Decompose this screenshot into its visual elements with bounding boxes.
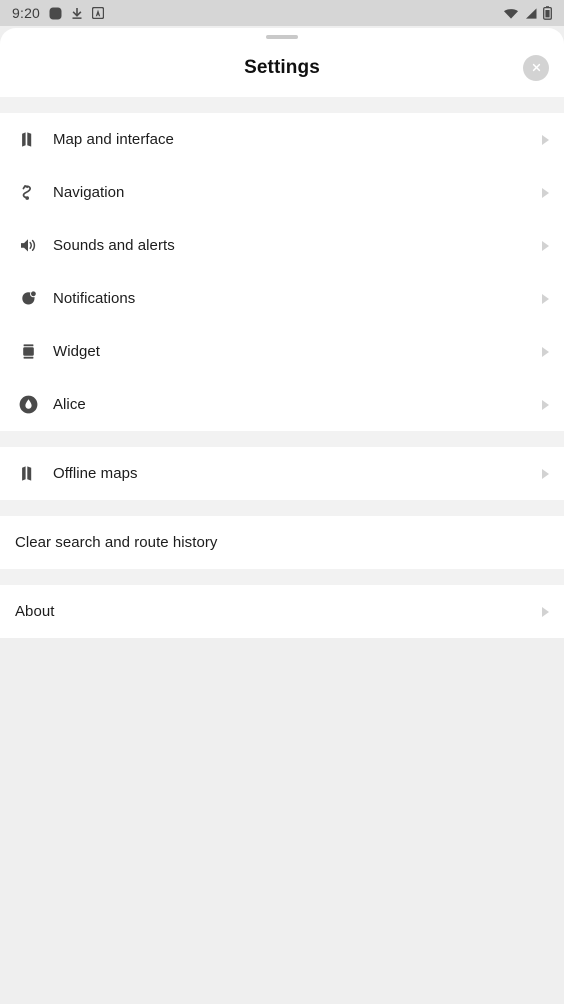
- cellular-signal-icon: [524, 7, 538, 20]
- settings-item-offline-maps[interactable]: Offline maps: [0, 447, 564, 500]
- chevron-right-icon: [542, 187, 549, 198]
- settings-item-label: Map and interface: [53, 131, 174, 148]
- settings-item-notifications[interactable]: Notifications: [0, 272, 564, 325]
- chevron-right-icon: [542, 134, 549, 145]
- settings-item-label: Alice: [53, 396, 86, 413]
- status-bar: 9:20: [0, 0, 564, 26]
- settings-group-main: Map and interface Navigation Sounds and …: [0, 113, 564, 431]
- route-icon: [15, 180, 41, 206]
- sheet-header: Settings: [0, 39, 564, 97]
- chevron-right-icon: [542, 606, 549, 617]
- settings-item-label: About: [15, 603, 55, 620]
- settings-group-offline: Offline maps: [0, 447, 564, 500]
- download-icon: [71, 7, 83, 20]
- section-divider: [0, 500, 564, 516]
- settings-group-history: Clear search and route history: [0, 516, 564, 569]
- settings-item-alice[interactable]: Alice: [0, 378, 564, 431]
- section-divider: [0, 431, 564, 447]
- section-divider: [0, 569, 564, 585]
- settings-item-label: Offline maps: [53, 465, 138, 482]
- settings-item-about[interactable]: About: [0, 585, 564, 638]
- status-bar-right: [503, 6, 552, 20]
- map-icon: [15, 127, 41, 153]
- close-button[interactable]: [523, 55, 549, 81]
- section-divider: [0, 97, 564, 113]
- boxed-a-icon: [92, 7, 105, 19]
- status-bar-left: 9:20: [12, 5, 105, 21]
- settings-item-label: Notifications: [53, 290, 136, 307]
- widget-icon: [15, 339, 41, 365]
- settings-item-widget[interactable]: Widget: [0, 325, 564, 378]
- chevron-right-icon: [542, 399, 549, 410]
- settings-item-navigation[interactable]: Navigation: [0, 166, 564, 219]
- settings-item-clear-history[interactable]: Clear search and route history: [0, 516, 564, 569]
- alice-icon: [15, 392, 41, 418]
- settings-group-about: About: [0, 585, 564, 638]
- status-bar-clock: 9:20: [12, 5, 41, 21]
- settings-item-label: Navigation: [53, 184, 125, 201]
- battery-icon: [543, 6, 552, 20]
- chevron-right-icon: [542, 468, 549, 479]
- app-square-icon: [49, 7, 62, 20]
- settings-sheet: Settings Map and interface Navigation So…: [0, 28, 564, 638]
- settings-item-sounds-and-alerts[interactable]: Sounds and alerts: [0, 219, 564, 272]
- speaker-icon: [15, 233, 41, 259]
- settings-item-label: Sounds and alerts: [53, 237, 175, 254]
- settings-item-map-and-interface[interactable]: Map and interface: [0, 113, 564, 166]
- chevron-right-icon: [542, 293, 549, 304]
- settings-item-label: Clear search and route history: [15, 534, 218, 551]
- wifi-icon: [503, 7, 519, 20]
- map-icon: [15, 461, 41, 487]
- settings-item-label: Widget: [53, 343, 100, 360]
- close-icon: [531, 61, 542, 76]
- chevron-right-icon: [542, 346, 549, 357]
- page-title: Settings: [244, 57, 320, 78]
- chevron-right-icon: [542, 240, 549, 251]
- notification-icon: [15, 286, 41, 312]
